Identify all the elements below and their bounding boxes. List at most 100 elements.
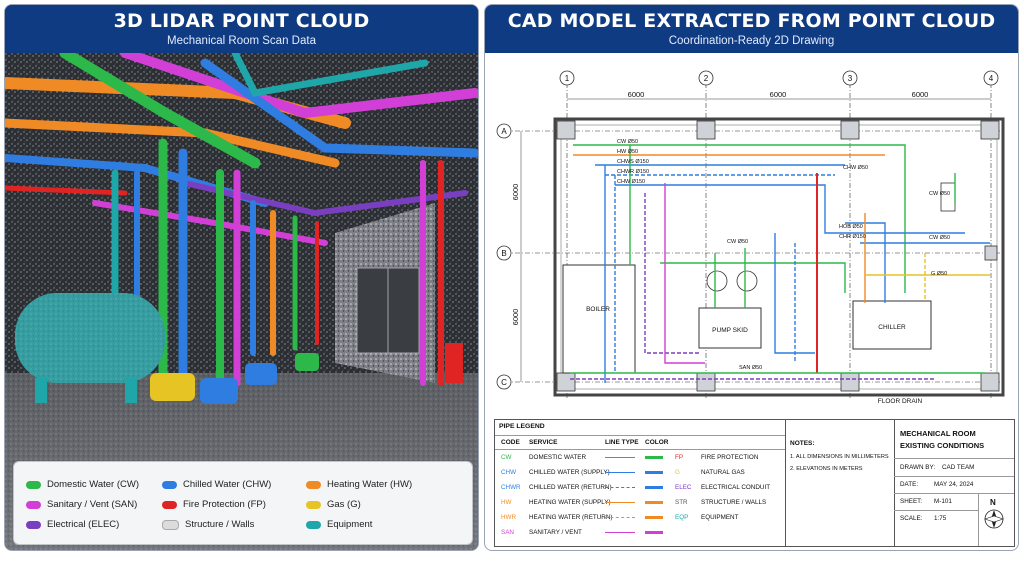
pipe-code: EQP xyxy=(675,514,689,521)
cad-subtitle: Coordination-Ready 2D Drawing xyxy=(668,35,835,47)
legend-label: Chilled Water (CHW) xyxy=(183,479,272,490)
pipe-line-type xyxy=(605,457,635,458)
pipe-line-type xyxy=(605,487,635,488)
label-chws-150: CHWS Ø150 xyxy=(617,159,649,165)
legend-swatch xyxy=(26,500,41,509)
legend-swatch xyxy=(162,500,177,509)
chiller-label: CHILLER xyxy=(878,324,906,331)
pipe-color-swatch xyxy=(645,486,663,489)
pipe-service: EQUIPMENT xyxy=(701,514,739,521)
pipe-line-type xyxy=(605,472,635,473)
drawing-title-line-1: MECHANICAL ROOM xyxy=(900,429,976,438)
grid-label-b: B xyxy=(501,249,506,258)
pipe-code: CW xyxy=(501,454,512,461)
legend-item-sanitary: Sanitary / Vent (SAN) xyxy=(26,499,137,510)
legend-swatch xyxy=(306,500,321,509)
pipe-color-swatch xyxy=(645,531,663,534)
legend-label: Heating Water (HW) xyxy=(327,479,413,490)
cad-header: CAD MODEL EXTRACTED FROM POINT CLOUD Coo… xyxy=(485,5,1018,53)
cad-title: CAD MODEL EXTRACTED FROM POINT CLOUD xyxy=(507,10,996,32)
lidar-title: 3D LIDAR POINT CLOUD xyxy=(113,10,370,32)
dim-row-b-c: 6000 xyxy=(511,309,520,326)
pipe-service: HEATING WATER (RETURN) xyxy=(529,514,613,521)
drawn-by-label: DRAWN BY: xyxy=(900,464,936,471)
label-cw-50-mid: CW Ø50 xyxy=(727,239,748,245)
label-cw-50-top: CW Ø50 xyxy=(617,139,638,145)
pipe-service: CHILLED WATER (SUPPLY) xyxy=(529,469,610,476)
sheet-label: SHEET: xyxy=(900,498,923,505)
pipe-service: HEATING WATER (SUPPLY) xyxy=(529,499,611,506)
legend-label: Equipment xyxy=(327,519,373,530)
legend-label: Electrical (ELEC) xyxy=(47,519,120,530)
pipe-service: FIRE PROTECTION xyxy=(701,454,759,461)
dim-col-1-2: 6000 xyxy=(628,90,645,99)
label-g-50: G Ø50 xyxy=(931,271,947,277)
legend-item-equipment: Equipment xyxy=(306,519,372,530)
pipe-service: DOMESTIC WATER xyxy=(529,454,587,461)
col-header-code: CODE xyxy=(501,439,520,446)
drawn-by-value: CAD TEAM xyxy=(942,464,975,471)
note-2: 2. ELEVATIONS IN METERS xyxy=(790,466,863,472)
legend-item-domestic-water: Domestic Water (CW) xyxy=(26,479,139,490)
pipe-service: ELECTRICAL CONDUIT xyxy=(701,484,771,491)
lidar-header: 3D LIDAR POINT CLOUD Mechanical Room Sca… xyxy=(5,5,478,53)
legend-swatch xyxy=(306,480,321,489)
scale-value: 1:75 xyxy=(934,515,947,522)
lidar-legend: Domestic Water (CW) Chilled Water (CHW) … xyxy=(13,461,473,545)
dim-col-2-3: 6000 xyxy=(770,90,787,99)
pipe-code: G xyxy=(675,469,680,476)
north-arrow-icon xyxy=(984,509,1004,529)
legend-label: Fire Protection (FP) xyxy=(183,499,266,510)
note-1: 1. ALL DIMENSIONS IN MILLIMETERS xyxy=(790,454,889,460)
label-san-50: SAN Ø50 xyxy=(739,365,762,371)
boiler-label: BOILER xyxy=(586,306,610,313)
grid-label-3: 3 xyxy=(848,74,853,83)
pipe-line-type xyxy=(605,502,635,503)
legend-item-fire-protection: Fire Protection (FP) xyxy=(162,499,266,510)
pipe-line-type xyxy=(605,532,635,533)
cad-panel: CAD MODEL EXTRACTED FROM POINT CLOUD Coo… xyxy=(484,4,1019,551)
label-cw-50-right-2: CW Ø50 xyxy=(929,235,950,241)
pipe-legend-title: PIPE LEGEND xyxy=(499,423,545,430)
col-header-service: SERVICE xyxy=(529,439,558,446)
boiler-outline xyxy=(562,264,636,374)
date-label: DATE: xyxy=(900,481,919,488)
pipe-line-type xyxy=(605,517,635,518)
legend-item-gas: Gas (G) xyxy=(306,499,361,510)
dim-row-a-b: 6000 xyxy=(511,184,520,201)
legend-item-chilled-water: Chilled Water (CHW) xyxy=(162,479,271,490)
legend-swatch xyxy=(26,520,41,529)
col-header-color: COLOR xyxy=(645,439,669,446)
legend-swatch xyxy=(306,520,321,529)
legend-item-heating-water: Heating Water (HW) xyxy=(306,479,412,490)
north-label: N xyxy=(990,498,996,507)
floor-drain-label: FLOOR DRAIN xyxy=(878,398,923,405)
label-chw-50-mid: CHW Ø50 xyxy=(843,165,868,171)
legend-label: Domestic Water (CW) xyxy=(47,479,140,490)
pipe-color-swatch xyxy=(645,501,663,504)
cad-floor-plan: 1 2 3 4 A B C 6000 6000 6000 6000 6000 B… xyxy=(496,70,1005,405)
pipe-color-swatch xyxy=(645,471,663,474)
pipe-code: STR xyxy=(675,499,688,506)
pipe-code: FP xyxy=(675,454,684,461)
legend-swatch xyxy=(26,480,41,489)
grid-label-a: A xyxy=(501,127,507,136)
title-block: MECHANICAL ROOM EXISTING CONDITIONS DRAW… xyxy=(894,419,1015,547)
label-cw-50-right-1: CW Ø50 xyxy=(929,191,950,197)
legend-item-structure: Structure / Walls xyxy=(162,519,254,530)
label-chwr-150: CHWR Ø150 xyxy=(617,169,649,175)
date-value: MAY 24, 2024 xyxy=(934,481,974,488)
label-chr-150: CHR Ø150 xyxy=(839,234,866,240)
notes-block: NOTES: 1. ALL DIMENSIONS IN MILLIMETERS … xyxy=(784,419,895,547)
legend-swatch xyxy=(162,480,177,489)
pipe-code: CHW xyxy=(501,469,517,476)
pipe-legend-table: PIPE LEGEND CODE SERVICE LINE TYPE COLOR… xyxy=(494,419,786,547)
label-chw-150: CHW Ø150 xyxy=(617,179,645,185)
legend-label: Sanitary / Vent (SAN) xyxy=(47,499,138,510)
pipe-code: ELEC xyxy=(675,484,692,491)
legend-label: Structure / Walls xyxy=(185,519,255,530)
sheet-value: M-101 xyxy=(934,498,952,505)
label-hob-50: HOB Ø50 xyxy=(839,224,863,230)
drawing-title-line-2: EXISTING CONDITIONS xyxy=(900,441,985,450)
pipe-code: CHWR xyxy=(501,484,521,491)
